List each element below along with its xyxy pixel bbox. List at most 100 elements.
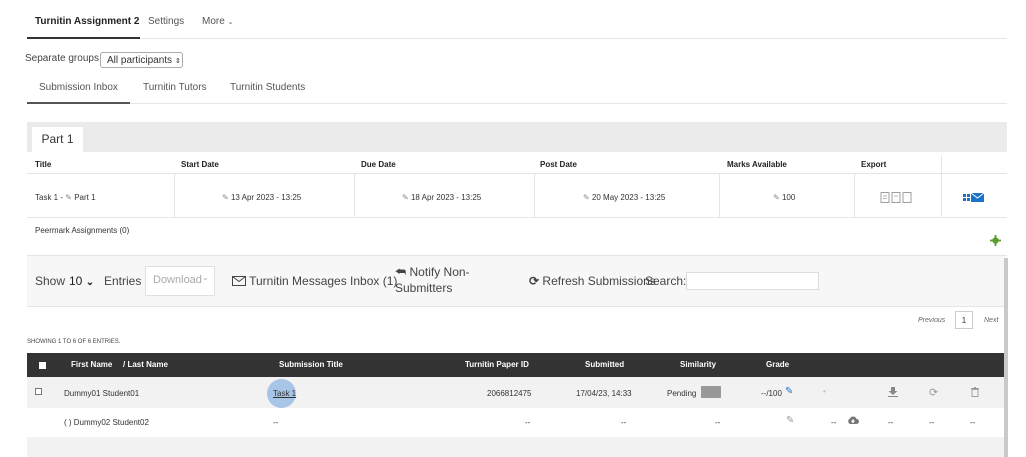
header-title: Title — [35, 160, 52, 169]
part-row-title: Task 1 - ✎ Part 1 — [35, 193, 96, 202]
marks-value: 100 — [781, 193, 796, 202]
notify-non-submitters-link[interactable]: ⮪ Notify Non- Submitters — [395, 264, 470, 296]
entries-label: Entries — [104, 274, 142, 288]
header-start-date: Start Date — [181, 160, 219, 169]
tab-settings[interactable]: Settings — [148, 16, 184, 27]
similarity-bar — [701, 386, 721, 398]
search-input[interactable] — [686, 272, 819, 290]
messages-inbox-link[interactable]: Turnitin Messages Inbox (1) — [232, 274, 397, 288]
notify-label-line1: Notify Non- — [409, 265, 470, 279]
col-divider — [854, 173, 855, 217]
header-submitted[interactable]: Submitted — [585, 360, 624, 369]
chevron-down-icon: ⌄ — [227, 19, 234, 26]
due-date-cell[interactable]: ✎ 18 Apr 2023 - 13:25 — [402, 193, 481, 202]
col-divider — [941, 155, 942, 217]
pencil-icon: ✎ — [773, 193, 780, 202]
cell-dash: -- — [929, 418, 935, 427]
trash-icon[interactable] — [971, 387, 979, 397]
marks-cell[interactable]: ✎ 100 — [773, 193, 795, 202]
part-title-prefix: Task 1 - — [35, 193, 64, 202]
pagination-previous[interactable]: Previous — [918, 317, 945, 324]
similarity-status: Pending — [667, 389, 697, 398]
top-tabs: Turnitin Assignment 2 Settings More ⌄ — [27, 8, 1007, 39]
header-marks-available: Marks Available — [727, 160, 787, 169]
grade-dash: -- — [831, 418, 837, 427]
due-date-value: 18 Apr 2023 - 13:25 — [410, 193, 482, 202]
pencil-icon: ✎ — [222, 193, 229, 202]
header-export: Export — [861, 160, 887, 169]
tab-turnitin-students[interactable]: Turnitin Students — [230, 82, 305, 93]
entries-select-value: 10 — [69, 274, 83, 288]
pencil-icon[interactable]: ✎ — [786, 415, 794, 426]
gear-icon[interactable] — [990, 235, 1001, 246]
show-label: Show — [35, 274, 66, 288]
submission-title-link[interactable]: Task 1 — [273, 389, 296, 398]
start-date-cell[interactable]: ✎ 13 Apr 2023 - 13:25 — [222, 193, 301, 202]
showing-entries-text: SHOWING 1 TO 6 OF 6 ENTRIES. — [27, 339, 121, 345]
submission-title: -- — [273, 418, 279, 427]
tab-submission-inbox[interactable]: Submission Inbox — [39, 82, 118, 93]
refresh-icon[interactable]: ⟳ — [929, 386, 938, 399]
refresh-label: Refresh Submissions — [542, 274, 656, 288]
table-row — [27, 437, 1007, 457]
row-divider — [27, 217, 1007, 218]
refresh-icon: ⟳ — [529, 274, 540, 288]
chevron-down-icon: ⌄ — [202, 273, 209, 282]
cell-dash: -- — [970, 418, 976, 427]
groups-label: Separate groups — [25, 53, 99, 64]
header-first-name[interactable]: First Name — [71, 360, 112, 369]
part-title-name: Part 1 — [74, 193, 96, 202]
pencil-icon: ✎ — [402, 193, 409, 202]
paper-id: 2066812475 — [487, 389, 532, 398]
grade-export-icon[interactable] — [963, 192, 985, 203]
submitted-date: 17/04/23, 14:33 — [576, 389, 632, 398]
tab-more[interactable]: More ⌄ — [202, 16, 233, 27]
header-similarity[interactable]: Similarity — [680, 360, 716, 369]
col-divider — [174, 173, 175, 217]
cloud-upload-icon[interactable] — [847, 416, 859, 425]
submitted-date: -- — [621, 418, 627, 427]
pagination-next[interactable]: Next — [984, 317, 998, 324]
tab-more-label: More — [202, 16, 225, 27]
download-icon[interactable] — [888, 387, 898, 397]
refresh-submissions-link[interactable]: ⟳ Refresh Submissions — [529, 274, 656, 288]
envelope-icon — [232, 276, 246, 286]
post-date-cell[interactable]: ✎ 20 May 2023 - 13:25 — [583, 193, 665, 202]
student-name[interactable]: Dummy01 Student01 — [64, 389, 139, 398]
post-date-value: 20 May 2023 - 13:25 — [591, 193, 666, 202]
col-divider — [719, 173, 720, 217]
pencil-icon[interactable]: ✎ — [65, 193, 72, 202]
search-label: Search: — [645, 274, 687, 288]
notify-label-line2: Submitters — [395, 281, 453, 295]
header-due-date: Due Date — [361, 160, 396, 169]
start-date-value: 13 Apr 2023 - 13:25 — [230, 193, 302, 202]
table-row — [27, 408, 1007, 437]
dot-marker: • — [823, 387, 826, 396]
paper-id: -- — [525, 418, 531, 427]
reply-all-icon: ⮪ — [395, 265, 407, 279]
header-submission-title[interactable]: Submission Title — [279, 360, 343, 369]
pencil-icon[interactable]: ✎ — [785, 386, 793, 397]
header-last-name[interactable]: / Last Name — [123, 360, 168, 369]
header-paper-id[interactable]: Turnitin Paper ID — [465, 360, 529, 369]
grade-value: --/100 — [761, 389, 782, 398]
export-files-icon[interactable] — [880, 192, 912, 203]
cell-dash: -- — [888, 418, 894, 427]
tab-turnitin-assignment[interactable]: Turnitin Assignment 2 — [35, 16, 139, 27]
scrollbar[interactable] — [1004, 258, 1008, 457]
messages-inbox-label: Turnitin Messages Inbox (1) — [249, 274, 398, 288]
col-divider — [534, 173, 535, 217]
select-all-checkbox[interactable] — [39, 362, 46, 369]
pagination-page-1[interactable]: 1 — [955, 311, 973, 329]
row-checkbox[interactable] — [35, 388, 42, 395]
tab-part-1[interactable]: Part 1 — [32, 127, 83, 152]
tab-turnitin-tutors[interactable]: Turnitin Tutors — [143, 82, 207, 93]
entries-select[interactable]: 10 ⌄ — [69, 274, 94, 288]
header-grade[interactable]: Grade — [766, 360, 789, 369]
peermark-assignments: Peermark Assignments (0) — [35, 226, 130, 235]
student-name[interactable]: ( ) Dummy02 Student02 — [64, 418, 149, 427]
download-label: Download — [153, 274, 202, 286]
groups-select[interactable]: All participants ⇕ — [100, 52, 183, 68]
download-button[interactable]: Download ⌄ — [145, 266, 215, 296]
active-tab-underline — [27, 37, 140, 39]
